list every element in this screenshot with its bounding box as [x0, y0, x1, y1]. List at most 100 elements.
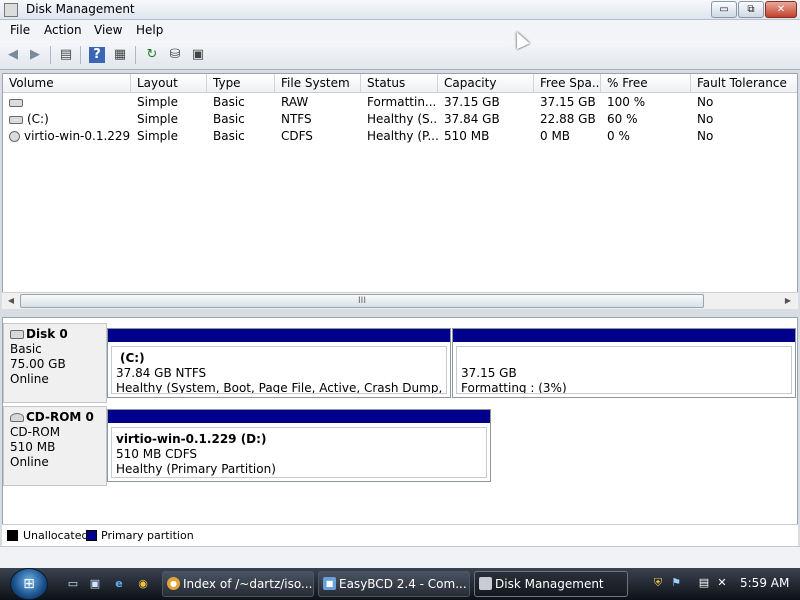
disk-type: CD-ROM	[10, 425, 61, 439]
minimize-button[interactable]: ▭	[711, 1, 737, 18]
maximize-button[interactable]: ⧉	[738, 1, 764, 18]
properties-icon[interactable]: ▣	[190, 47, 206, 63]
cell-layout: Simple	[137, 112, 178, 126]
disk-0-header[interactable]: Disk 0 Basic 75.00 GB Online	[3, 323, 107, 403]
partition-details: (C:) 37.84 GB NTFS Healthy (System, Boot…	[111, 346, 447, 394]
column-layout[interactable]: Layout	[131, 74, 207, 93]
help-icon[interactable]: ?	[89, 47, 105, 63]
start-button[interactable]: ⊞	[10, 568, 48, 600]
switch-windows-icon[interactable]: ▣	[88, 577, 102, 591]
menu-file[interactable]: File	[10, 23, 30, 37]
partition-details: 37.15 GB Formatting : (3%)	[456, 346, 792, 394]
forward-icon[interactable]: ▶	[27, 47, 43, 63]
volume-name: (C:)	[27, 112, 49, 126]
primary-partition-swatch	[86, 530, 97, 541]
toolbar-separator	[80, 46, 81, 64]
back-icon[interactable]: ◀	[5, 47, 21, 63]
toolbar-separator	[135, 46, 136, 64]
horizontal-scrollbar[interactable]: ◀ III ▶	[2, 292, 798, 309]
scroll-grip: III	[358, 296, 366, 306]
close-button[interactable]: ✕	[765, 1, 797, 18]
cdrom-icon	[10, 413, 24, 422]
partition-status: Healthy (System, Boot, Page File, Active…	[116, 381, 446, 394]
scroll-thumb[interactable]: III	[20, 294, 704, 308]
scroll-left-icon[interactable]: ◀	[3, 294, 19, 308]
taskbar: ⊞ ▭ ▣ e ◉ ● Index of /~dartz/iso... ■ Ea…	[0, 568, 800, 600]
cell-percent-free: 60 %	[607, 112, 638, 126]
partition-details: virtio-win-0.1.229 (D:) 510 MB CDFS Heal…	[111, 427, 487, 478]
window-title: Disk Management	[26, 2, 135, 16]
column-volume[interactable]: Volume	[3, 74, 131, 93]
cell-fault-tolerance: No	[697, 112, 714, 126]
cdrom-0-header[interactable]: CD-ROM 0 CD-ROM 510 MB Online	[3, 406, 107, 486]
title-bar: Disk Management ▭ ⧉ ✕	[0, 0, 800, 20]
properties-pane-icon[interactable]: ▦	[112, 47, 128, 63]
menu-action[interactable]: Action	[44, 23, 82, 37]
partition-name	[461, 351, 791, 366]
volume-muted-icon[interactable]: ✕	[715, 576, 729, 590]
clock[interactable]: 5:59 AM	[740, 576, 789, 590]
column-percent-free[interactable]: % Free	[601, 74, 691, 93]
partition-size: 510 MB CDFS	[116, 447, 198, 461]
partition-formatting[interactable]: 37.15 GB Formatting : (3%)	[452, 328, 796, 398]
console-tree-icon[interactable]: ▤	[58, 47, 74, 63]
partition-status: Formatting : (3%)	[461, 381, 567, 394]
cell-free-space: 22.88 GB	[540, 112, 596, 126]
refresh-icon[interactable]: ↻	[144, 47, 160, 63]
volume-list-header: Volume Layout Type File System Status Ca…	[3, 74, 797, 93]
legend-unallocated: Unallocated	[23, 529, 89, 542]
legend: Unallocated Primary partition	[2, 524, 798, 546]
column-type[interactable]: Type	[207, 74, 275, 93]
column-free-space[interactable]: Free Spa...	[534, 74, 601, 93]
volume-name: virtio-win-0.1.229 ...	[24, 129, 131, 143]
partition-name: (C:)	[120, 351, 145, 365]
cell-layout: Simple	[137, 129, 178, 143]
cell-type: Basic	[213, 95, 245, 109]
task-label: EasyBCD 2.4 - Com...	[339, 577, 467, 591]
cell-volume: virtio-win-0.1.229 ...	[3, 128, 131, 145]
partition-c[interactable]: (C:) 37.84 GB NTFS Healthy (System, Boot…	[107, 328, 451, 398]
cell-capacity: 37.15 GB	[444, 95, 500, 109]
column-fault-tolerance[interactable]: Fault Tolerance	[691, 74, 797, 93]
disk-icon	[10, 330, 24, 339]
easybcd-icon: ■	[323, 577, 336, 590]
column-capacity[interactable]: Capacity	[438, 74, 534, 93]
legend-primary-partition: Primary partition	[101, 529, 194, 542]
table-row[interactable]: (C:) Simple Basic NTFS Healthy (S... 37.…	[3, 111, 797, 128]
security-shield-icon[interactable]: ⛨	[651, 576, 665, 590]
cell-fault-tolerance: No	[697, 129, 714, 143]
task-chrome-window[interactable]: ● Index of /~dartz/iso...	[162, 571, 314, 597]
windows-flag-icon[interactable]: ⚑	[669, 576, 683, 590]
column-status[interactable]: Status	[361, 74, 438, 93]
task-disk-management-window[interactable]: Disk Management	[474, 571, 628, 597]
cell-layout: Simple	[137, 95, 178, 109]
scroll-right-icon[interactable]: ▶	[780, 294, 796, 308]
table-row[interactable]: virtio-win-0.1.229 ... Simple Basic CDFS…	[3, 128, 797, 145]
table-row[interactable]: Simple Basic RAW Formattin... 37.15 GB 3…	[3, 94, 797, 111]
partition-size: 37.15 GB	[461, 366, 517, 380]
internet-explorer-icon[interactable]: e	[112, 577, 126, 591]
cell-percent-free: 0 %	[607, 129, 630, 143]
chrome-quicklaunch-icon[interactable]: ◉	[136, 577, 150, 591]
cell-status: Healthy (P...	[367, 129, 438, 143]
cell-file-system: CDFS	[281, 129, 313, 143]
task-easybcd-window[interactable]: ■ EasyBCD 2.4 - Com...	[318, 571, 470, 597]
rescan-icon[interactable]: ⛁	[167, 47, 183, 63]
network-icon[interactable]: ▤	[697, 576, 711, 590]
cell-type: Basic	[213, 129, 245, 143]
partition-d[interactable]: virtio-win-0.1.229 (D:) 510 MB CDFS Heal…	[107, 409, 491, 482]
column-file-system[interactable]: File System	[275, 74, 361, 93]
partition-name: virtio-win-0.1.229 (D:)	[116, 432, 267, 446]
menu-bar: File Action View Help	[0, 20, 800, 41]
cell-fault-tolerance: No	[697, 95, 714, 109]
cell-capacity: 37.84 GB	[444, 112, 500, 126]
menu-help[interactable]: Help	[136, 23, 163, 37]
disk-type: Basic	[10, 342, 42, 356]
cell-file-system: RAW	[281, 95, 309, 109]
cell-capacity: 510 MB	[444, 129, 490, 143]
show-desktop-icon[interactable]: ▭	[66, 577, 80, 591]
menu-view[interactable]: View	[94, 23, 122, 37]
cell-status: Healthy (S...	[367, 112, 438, 126]
cell-volume	[3, 94, 131, 111]
primary-partition-bar	[108, 329, 450, 342]
